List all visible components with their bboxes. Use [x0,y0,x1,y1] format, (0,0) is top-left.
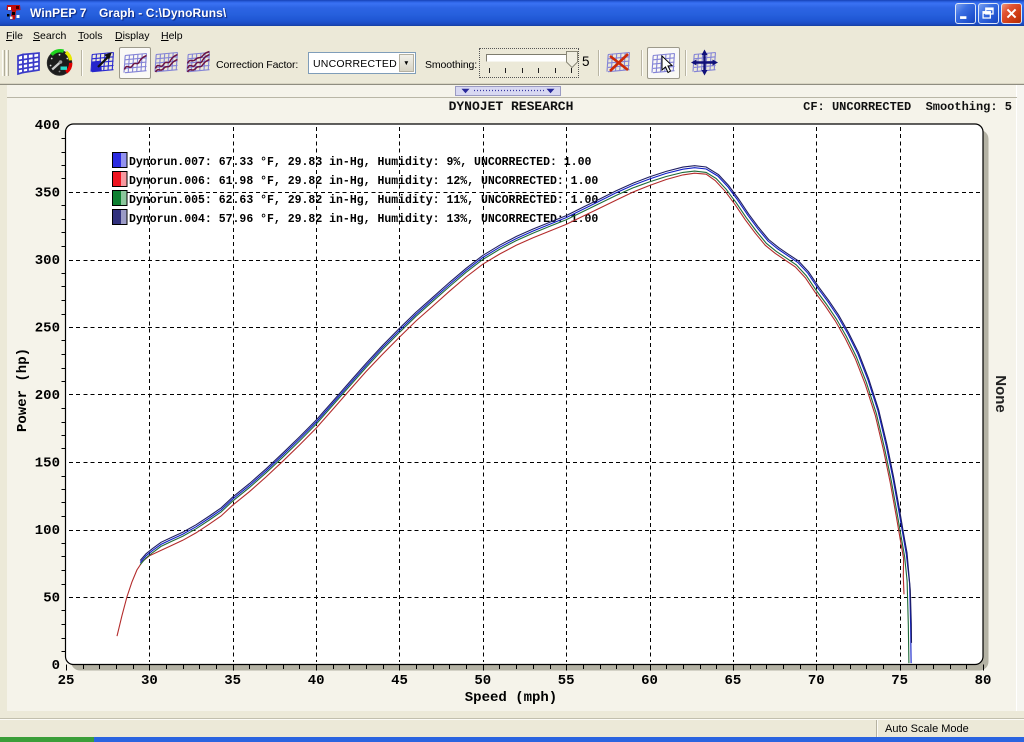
svg-text:65: 65 [724,673,741,689]
svg-text:30: 30 [141,673,158,689]
svg-text:350: 350 [35,186,60,202]
svg-text:150: 150 [35,456,60,472]
svg-text:400: 400 [35,118,60,134]
svg-text:DYNOJET RESEARCH: DYNOJET RESEARCH [449,99,574,114]
svg-text:100: 100 [35,523,60,539]
svg-text:Dynorun.006: 61.98 °F, 29.82 i: Dynorun.006: 61.98 °F, 29.82 in-Hg, Humi… [129,175,598,188]
svg-text:Dynorun.007: 67.33 °F, 29.83 i: Dynorun.007: 67.33 °F, 29.83 in-Hg, Humi… [129,156,591,169]
svg-text:75: 75 [891,673,908,689]
svg-text:45: 45 [391,673,408,689]
svg-text:35: 35 [224,673,241,689]
svg-text:250: 250 [35,321,60,337]
svg-text:50: 50 [474,673,491,689]
svg-text:50: 50 [43,591,60,607]
svg-text:40: 40 [308,673,325,689]
svg-text:300: 300 [35,253,60,269]
svg-text:Dynorun.004: 57.96 °F, 29.82 i: Dynorun.004: 57.96 °F, 29.82 in-Hg, Humi… [129,213,598,226]
svg-text:55: 55 [558,673,575,689]
svg-text:Speed (mph): Speed (mph) [465,690,557,706]
svg-text:70: 70 [808,673,825,689]
svg-text:80: 80 [975,673,992,689]
svg-text:60: 60 [641,673,658,689]
svg-text:0: 0 [52,658,60,674]
svg-text:Power (hp): Power (hp) [15,348,31,432]
svg-text:None: None [992,375,1009,413]
svg-text:200: 200 [35,388,60,404]
svg-text:Dynorun.005: 62.63 °F, 29.82 i: Dynorun.005: 62.63 °F, 29.82 in-Hg, Humi… [129,194,598,207]
svg-text:25: 25 [58,673,75,689]
svg-text:CF: UNCORRECTED Smoothing: 5: CF: UNCORRECTED Smoothing: 5 [803,100,1012,114]
